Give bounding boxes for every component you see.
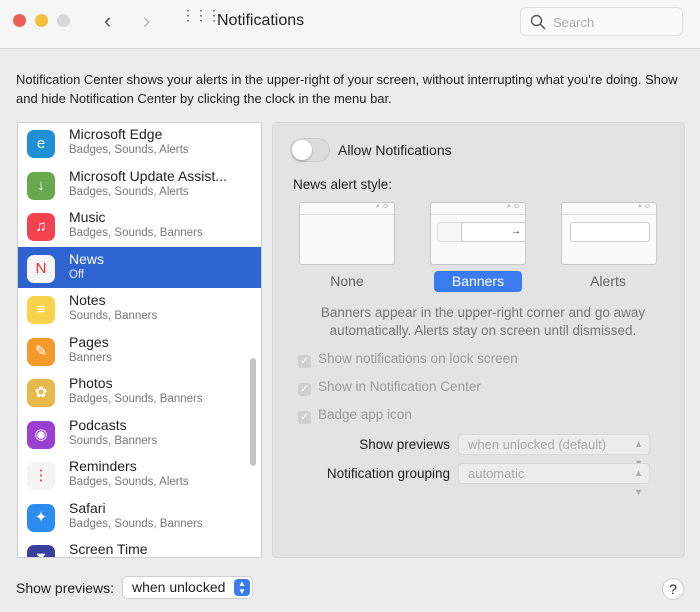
app-name: Reminders (69, 458, 137, 474)
search-icon (530, 14, 546, 30)
badge-icon-label: Badge app icon (318, 407, 412, 422)
style-banners-preview[interactable]: ⌕ ☺ → (430, 202, 526, 265)
show-previews-select[interactable]: when unlocked (default)▲▼ (458, 434, 650, 468)
back-icon[interactable]: ‹ (104, 8, 111, 34)
search-input[interactable]: Search (520, 7, 683, 36)
allow-notifications-toggle[interactable] (290, 138, 330, 162)
app-icon: ✎ (27, 337, 55, 366)
app-icon: ≡ (27, 296, 55, 324)
badge-icon-checkbox[interactable]: ✓ Badge app icon (298, 407, 412, 424)
description: Notification Center shows your alerts in… (16, 72, 678, 106)
allow-notifications-label: Allow Notifications (338, 142, 452, 158)
title-bar: ‹ › ⋮⋮⋮ Notifications Search (0, 0, 700, 49)
show-previews-value: when unlocked (default) (468, 437, 607, 452)
grid-icon[interactable]: ⋮⋮⋮ (181, 8, 221, 22)
app-list-item[interactable]: ⋮ Reminders Badges, Sounds, Alerts (18, 454, 261, 496)
zoom-button[interactable] (57, 14, 70, 27)
app-name: Screen Time (69, 541, 148, 557)
app-list-item[interactable]: ≡ Notes Sounds, Banners (18, 288, 261, 330)
app-alert-summary: Badges, Sounds, Alerts (69, 476, 189, 488)
app-alert-summary: Badges, Sounds, Banners (69, 393, 203, 405)
style-alerts-preview[interactable]: ⌕ ☺ (561, 202, 657, 265)
grouping-label: Notification grouping (326, 466, 450, 481)
app-alert-summary: Badges, Sounds, Alerts (69, 185, 189, 198)
app-alert-summary: Off (69, 268, 85, 281)
footer-show-previews-select[interactable]: when unlocked ▲ ▼ (122, 576, 253, 599)
style-alerts-label[interactable]: Alerts (564, 271, 652, 292)
app-list-item[interactable]: ✦ Safari Badges, Sounds, Banners (18, 496, 261, 538)
app-alert-summary: Badges, Sounds, Banners (69, 227, 203, 239)
search-placeholder: Search (553, 15, 595, 30)
app-list-item[interactable]: N News Off (18, 246, 261, 288)
minimize-button[interactable] (35, 14, 48, 27)
footer-show-previews-label: Show previews: (16, 580, 115, 596)
style-help-text: Banners appear in the upper-right corner… (320, 305, 646, 338)
app-alert-summary: Banners (69, 351, 112, 364)
app-icon: ✿ (27, 379, 55, 407)
app-name: Microsoft Update Assist... (69, 167, 227, 184)
forward-icon[interactable]: › (143, 8, 150, 34)
help-button[interactable]: ? (662, 578, 684, 600)
settings-panel: Allow Notifications News alert style: ⌕ … (272, 122, 685, 558)
app-name: Microsoft Edge (69, 126, 163, 142)
show-previews-label: Show previews (359, 437, 450, 452)
style-none-label[interactable]: None (303, 271, 391, 292)
app-list-item[interactable]: ✎ Pages Banners (18, 330, 261, 372)
app-name: News (69, 250, 105, 267)
alert-style-label: News alert style: (293, 177, 393, 192)
notification-center-label: Show in Notification Center (318, 379, 481, 394)
app-list-item[interactable]: ◉ Podcasts Sounds, Banners (18, 413, 261, 455)
app-list-item[interactable]: ✿ Photos Badges, Sounds, Banners (18, 371, 261, 413)
app-list[interactable]: e Microsoft Edge Badges, Sounds, Alerts ↓ Mi… (17, 122, 262, 558)
app-alert-summary: Badges, Sounds, Banners (69, 517, 203, 530)
app-name: Music (69, 209, 106, 225)
app-name: Pages (69, 333, 109, 350)
app-name: Safari (69, 499, 106, 516)
app-name: Notes (69, 292, 106, 308)
app-icon: e (27, 130, 55, 158)
close-button[interactable] (13, 14, 26, 27)
style-banners-label[interactable]: Banners (434, 271, 522, 292)
app-icon: ⧗ (27, 545, 55, 557)
app-list-item[interactable]: ⧗ Screen Time (18, 537, 261, 557)
lock-screen-checkbox[interactable]: ✓ Show notifications on lock screen (298, 351, 518, 368)
app-icon: N (27, 254, 55, 283)
app-icon: ♫ (27, 213, 55, 241)
app-list-item[interactable]: ↓ Microsoft Update Assist... Badges, Sound… (18, 164, 261, 206)
app-name: Photos (69, 375, 113, 391)
app-list-item[interactable]: e Microsoft Edge Badges, Sounds, Alerts (18, 123, 261, 164)
grouping-select[interactable]: automatic ▲ ▼ (458, 463, 650, 497)
app-name: Podcasts (69, 416, 127, 433)
notification-center-checkbox[interactable]: ✓ Show in Notification Center (298, 379, 481, 396)
chevron-updown-icon: ▲▼ (634, 468, 643, 497)
app-icon: ✦ (27, 503, 55, 532)
app-icon: ◉ (27, 420, 55, 449)
app-alert-summary: Badges, Sounds, Alerts (69, 144, 189, 156)
app-icon: ⋮ (27, 462, 55, 490)
style-none-preview[interactable]: ⌕ ☺ (299, 202, 395, 265)
window-title: Notifications (217, 12, 305, 29)
app-alert-summary: Sounds, Banners (69, 434, 158, 447)
chevron-updown-icon: ▲▼ (234, 579, 250, 596)
lock-screen-label: Show notifications on lock screen (318, 351, 518, 366)
app-list-item[interactable]: ♫ Music Badges, Sounds, Banners (18, 205, 261, 247)
footer-show-previews-value: when unlocked (132, 579, 226, 595)
scrollbar[interactable] (250, 358, 256, 466)
app-icon: ↓ (27, 171, 55, 200)
app-alert-summary: Sounds, Banners (69, 310, 158, 322)
grouping-value: automatic (468, 466, 525, 481)
